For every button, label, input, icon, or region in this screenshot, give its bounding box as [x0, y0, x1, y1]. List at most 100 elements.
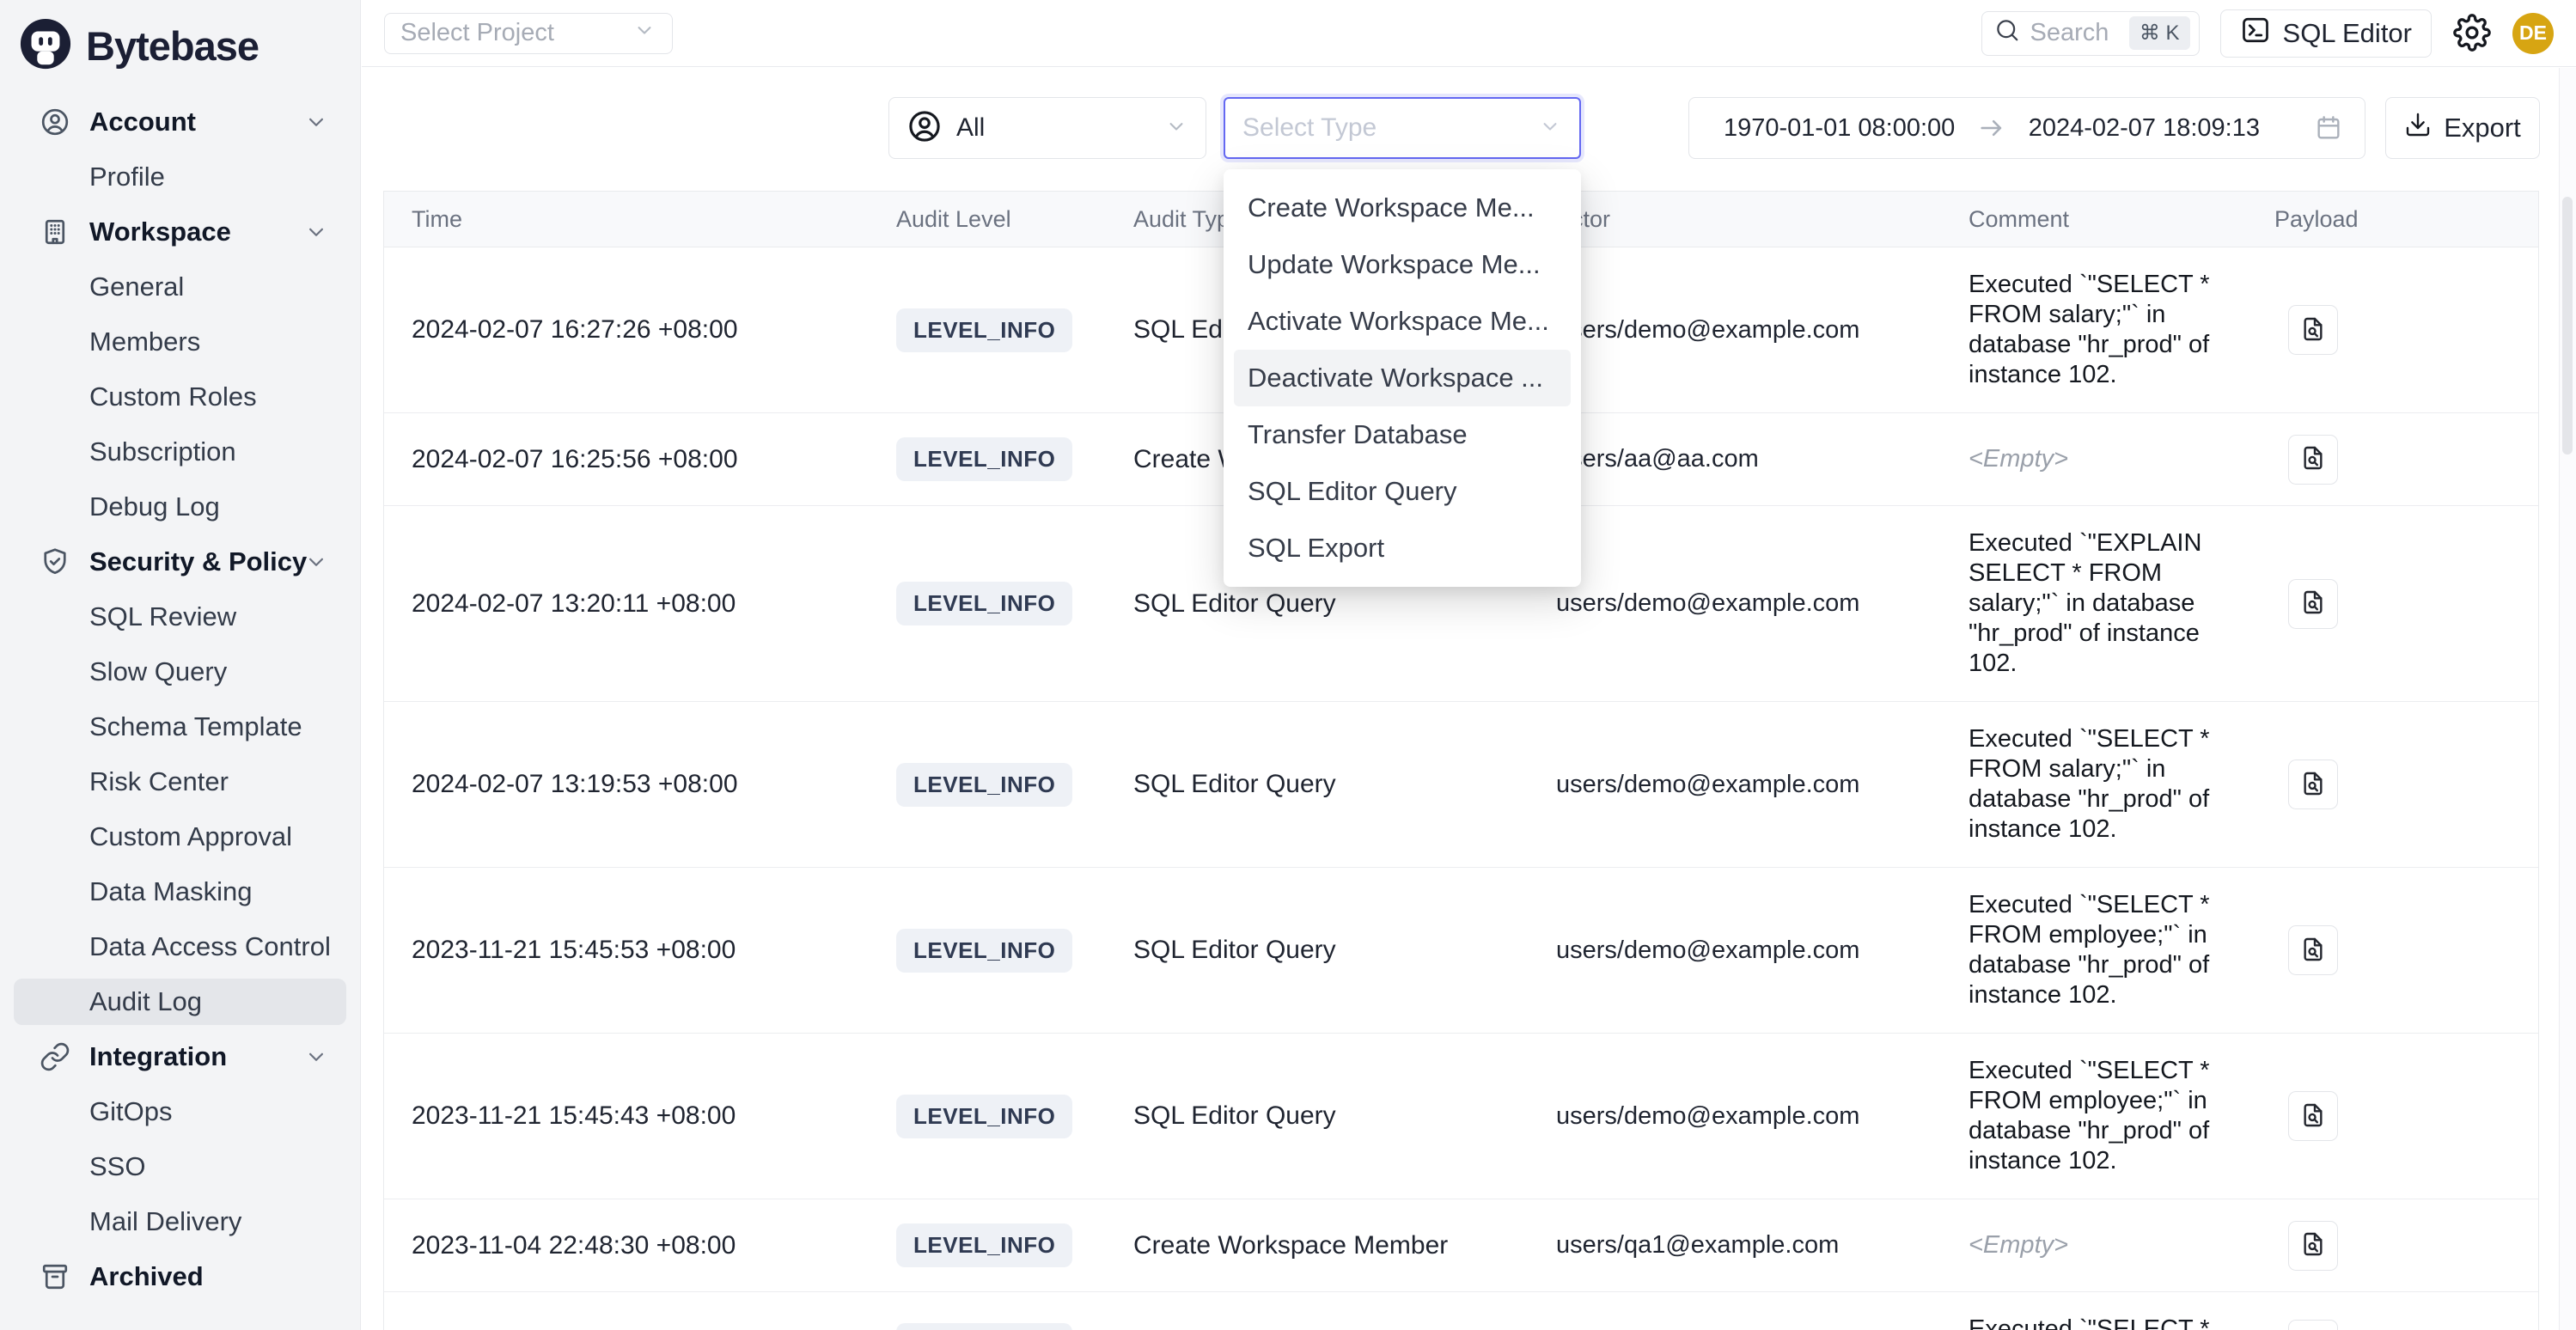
cell-time: 2024-02-07 13:19:53 +08:00: [412, 770, 896, 799]
sidebar-item-data-access-control[interactable]: Data Access Control: [0, 919, 360, 974]
search-shortcut-badge: ⌘ K: [2129, 16, 2190, 50]
sidebar-item-workspace[interactable]: Workspace: [0, 204, 360, 259]
sidebar-item-data-masking[interactable]: Data Masking: [0, 864, 360, 919]
sidebar-item-custom-roles[interactable]: Custom Roles: [0, 369, 360, 424]
cell-comment: Executed `"SELECT * FROM salary;"` in da…: [1969, 702, 2252, 867]
audit-level-badge: LEVEL_INFO: [896, 437, 1072, 481]
table-row: 2023-11-21 15:45:53 +08:00LEVEL_INFOSQL …: [384, 868, 2538, 1034]
sidebar-item-label: Security & Policy: [89, 546, 307, 577]
payload-view-button[interactable]: [2288, 1091, 2338, 1141]
date-range-picker[interactable]: 1970-01-01 08:00:00 2024-02-07 18:09:13: [1688, 97, 2365, 159]
chevron-down-icon: [1164, 114, 1188, 143]
payload-view-button[interactable]: [2288, 760, 2338, 809]
sidebar-item-sso[interactable]: SSO: [0, 1139, 360, 1194]
comment-text: Executed `"SELECT * FROM salary;"` in da…: [1969, 725, 2210, 843]
export-button[interactable]: Export: [2385, 97, 2540, 159]
table-row: 2023-11-04 21:26:34 +08:00LEVEL_INFOSQL …: [384, 1292, 2538, 1330]
sidebar-item-account[interactable]: Account: [0, 95, 360, 149]
sidebar-item-sql-review[interactable]: SQL Review: [0, 589, 360, 644]
file-search-icon: [2299, 936, 2327, 966]
brand-name: Bytebase: [86, 22, 259, 70]
sidebar-item-label: Schema Template: [89, 711, 302, 742]
payload-view-button[interactable]: [2288, 579, 2338, 629]
audit-level-badge: LEVEL_INFO: [896, 1095, 1072, 1138]
cell-comment: <Empty>: [1969, 422, 2252, 497]
sidebar-item-gitops[interactable]: GitOps: [0, 1084, 360, 1139]
type-filter-select[interactable]: Select Type: [1224, 97, 1581, 159]
topbar-right: Search ⌘ K SQL Editor DE: [1981, 9, 2554, 58]
file-search-icon: [2299, 770, 2327, 800]
sidebar-item-mail-delivery[interactable]: Mail Delivery: [0, 1194, 360, 1249]
page-scrollbar[interactable]: [2559, 68, 2576, 1330]
bytebase-logo-icon: [19, 17, 72, 75]
chevron-down-icon: [632, 18, 656, 49]
sidebar-item-subscription[interactable]: Subscription: [0, 424, 360, 479]
audit-level-badge: LEVEL_INFO: [896, 1323, 1072, 1330]
file-search-icon: [2299, 1230, 2327, 1260]
sidebar-item-debug-log[interactable]: Debug Log: [0, 479, 360, 534]
sidebar-item-profile[interactable]: Profile: [0, 149, 360, 204]
payload-view-button[interactable]: [2288, 1320, 2338, 1330]
cell-audit-type: SQL Editor Query: [1133, 770, 1556, 799]
sidebar-item-slow-query[interactable]: Slow Query: [0, 644, 360, 699]
audit-level-badge: LEVEL_INFO: [896, 763, 1072, 807]
settings-gear-icon[interactable]: [2452, 14, 2492, 53]
comment-text: Executed `"SELECT * FROM salary;"` in da…: [1969, 271, 2210, 388]
comment-text: Executed `"SELECT * FROM employee;"` in …: [1969, 891, 2210, 1009]
menu-item-deactivate-workspace[interactable]: Deactivate Workspace ...: [1234, 350, 1571, 406]
column-header-payload: Payload: [2274, 206, 2538, 233]
actor-filter-select[interactable]: All: [888, 97, 1206, 159]
menu-item-sql-export[interactable]: SQL Export: [1224, 520, 1581, 577]
sidebar-nav: AccountProfileWorkspaceGeneralMembersCus…: [0, 95, 360, 1304]
payload-view-button[interactable]: [2288, 435, 2338, 485]
scrollbar-thumb[interactable]: [2562, 197, 2573, 455]
arrow-right-icon: [1977, 113, 2006, 143]
sidebar-item-risk-center[interactable]: Risk Center: [0, 754, 360, 809]
sidebar-item-integration[interactable]: Integration: [0, 1029, 360, 1084]
audit-level-badge: LEVEL_INFO: [896, 582, 1072, 625]
comment-text: Executed `"EXPLAIN SELECT * FROM salary;…: [1969, 529, 2201, 677]
sidebar-item-audit-log[interactable]: Audit Log: [0, 974, 360, 1029]
cell-comment: Executed `"SELECT * FROM employee;"` in …: [1969, 868, 2252, 1033]
cell-audit-type: SQL Editor Query: [1133, 589, 1556, 619]
sidebar-item-custom-approval[interactable]: Custom Approval: [0, 809, 360, 864]
export-label: Export: [2444, 113, 2521, 143]
cell-actor: users/demo@example.com: [1556, 936, 1969, 965]
search-placeholder: Search: [2030, 19, 2109, 47]
menu-item-activate-workspace-me[interactable]: Activate Workspace Me...: [1224, 293, 1581, 350]
cell-actor: users/demo@example.com: [1556, 589, 1969, 618]
cell-comment: <Empty>: [1969, 1208, 2252, 1283]
project-select[interactable]: Select Project: [384, 13, 673, 54]
date-from-value: 1970-01-01 08:00:00: [1724, 114, 1955, 143]
sidebar-item-schema-template[interactable]: Schema Template: [0, 699, 360, 754]
table-row: 2024-02-07 13:19:53 +08:00LEVEL_INFO SQL …: [384, 702, 2538, 868]
avatar[interactable]: DE: [2512, 13, 2554, 54]
sidebar-item-general[interactable]: General: [0, 259, 360, 314]
chevron-down-icon: [303, 549, 329, 575]
file-search-icon: [2299, 1101, 2327, 1132]
audit-level-badge: LEVEL_INFO: [896, 929, 1072, 973]
sidebar-item-members[interactable]: Members: [0, 314, 360, 369]
cell-time: 2024-02-07 16:27:26 +08:00: [412, 315, 896, 345]
sidebar-item-label: Account: [89, 107, 196, 137]
sidebar-item-label: Risk Center: [89, 766, 229, 797]
table-row: 2023-11-21 15:45:43 +08:00LEVEL_INFOSQL …: [384, 1034, 2538, 1199]
sql-editor-button[interactable]: SQL Editor: [2220, 9, 2432, 58]
sidebar-item-security-policy[interactable]: Security & Policy: [0, 534, 360, 589]
sidebar-item-label: Data Masking: [89, 876, 253, 907]
search-input[interactable]: Search ⌘ K: [1981, 11, 2200, 56]
terminal-icon: [2240, 15, 2271, 52]
actor-filter-value: All: [956, 113, 985, 143]
menu-item-create-workspace-me[interactable]: Create Workspace Me...: [1224, 180, 1581, 236]
column-header-time: Time: [412, 206, 896, 233]
cell-audit-type: SQL Editor Query: [1133, 936, 1556, 965]
payload-view-button[interactable]: [2288, 305, 2338, 355]
menu-item-sql-editor-query[interactable]: SQL Editor Query: [1224, 463, 1581, 520]
sidebar-item-archived[interactable]: Archived: [0, 1249, 360, 1304]
sidebar-item-label: Subscription: [89, 436, 236, 467]
column-header-audit-level: Audit Level: [896, 206, 1133, 233]
payload-view-button[interactable]: [2288, 925, 2338, 975]
menu-item-transfer-database[interactable]: Transfer Database: [1224, 406, 1581, 463]
menu-item-update-workspace-me[interactable]: Update Workspace Me...: [1224, 236, 1581, 293]
payload-view-button[interactable]: [2288, 1221, 2338, 1271]
